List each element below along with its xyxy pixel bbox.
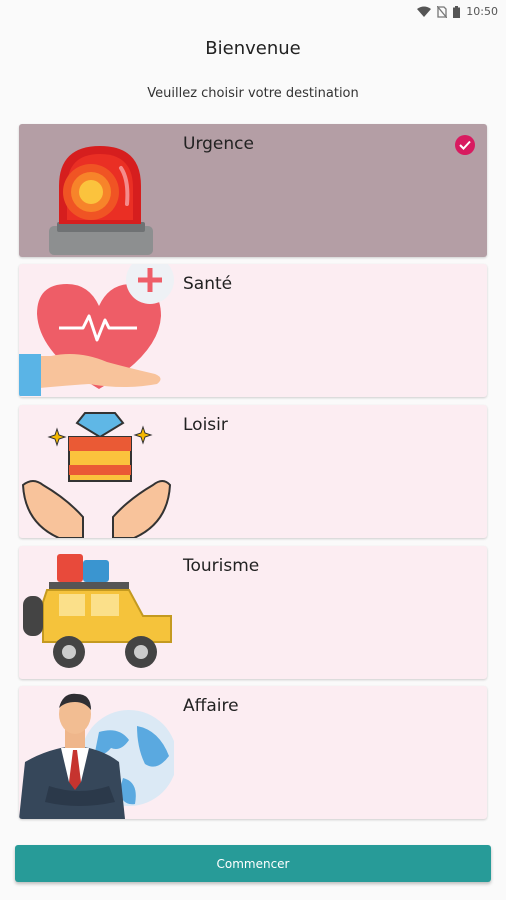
siren-icon — [49, 146, 153, 255]
destination-card-affaire[interactable]: Affaire — [19, 686, 487, 819]
no-sim-icon — [437, 5, 448, 18]
destination-card-tourisme[interactable]: Tourisme — [19, 546, 487, 679]
check-circle-icon — [455, 135, 475, 155]
page-subtitle: Veuillez choisir votre destination — [147, 86, 359, 101]
status-icons: 10:50 — [417, 5, 498, 18]
destination-label-urgence: Urgence — [183, 134, 254, 154]
wifi-icon — [417, 6, 432, 17]
start-button[interactable]: Commencer — [15, 845, 491, 882]
status-time: 10:50 — [466, 5, 498, 18]
battery-icon — [453, 5, 461, 18]
destination-label-sante: Santé — [183, 274, 233, 294]
page-title: Bienvenue — [205, 38, 301, 59]
leisure-gift-icon — [21, 412, 172, 538]
business-man-globe-icon — [19, 693, 174, 819]
tourism-jeep-icon — [23, 554, 172, 668]
destination-label-loisir: Loisir — [183, 415, 228, 435]
destination-card-loisir[interactable]: Loisir — [19, 405, 487, 538]
health-heart-icon — [19, 264, 174, 396]
destination-label-affaire: Affaire — [183, 696, 239, 716]
status-bar: 10:50 — [0, 0, 506, 26]
destination-label-tourisme: Tourisme — [183, 556, 260, 576]
destination-card-urgence[interactable]: Urgence — [19, 124, 487, 257]
destination-card-sante[interactable]: Santé — [19, 264, 487, 397]
